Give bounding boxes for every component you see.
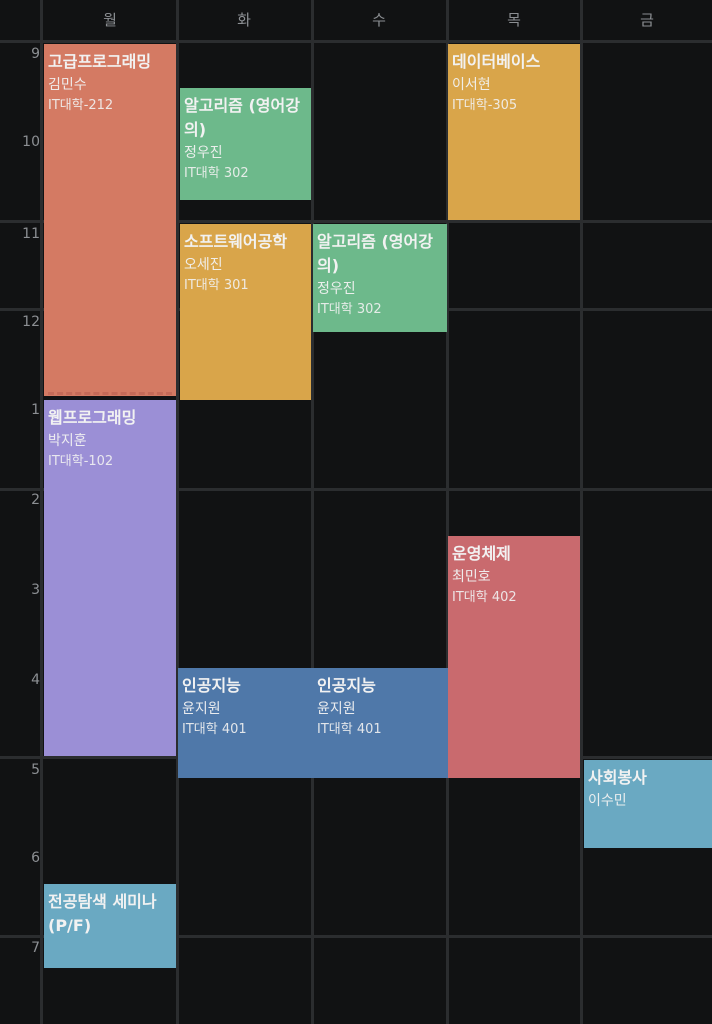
- grid-line: [311, 0, 314, 1024]
- course-room: IT대학 401: [317, 722, 382, 737]
- course-prof: 이서현: [452, 77, 491, 93]
- course-prof: 오세진: [184, 257, 223, 273]
- hour-label: 5: [31, 762, 40, 778]
- grid-line: [580, 0, 583, 1024]
- course-block[interactable]: 웹프로그래밍 박지훈 IT대학-102: [44, 400, 176, 756]
- course-prof: 김민수: [48, 77, 87, 93]
- day-fri: 금: [640, 11, 654, 29]
- course-block[interactable]: 데이터베이스 이서현 IT대학-305: [448, 44, 580, 220]
- course-prof: 이수민: [588, 793, 627, 809]
- hour-label: 4: [31, 672, 40, 688]
- course-title: 인공지능: [182, 676, 241, 695]
- grid-line: [0, 40, 712, 43]
- course-title: 운영체제: [452, 544, 511, 563]
- course-title: 알고리즘 (영어강의): [317, 232, 433, 275]
- hour-label: 12: [22, 314, 40, 330]
- course-prof: 윤지원: [182, 701, 221, 717]
- course-title: 사회봉사: [588, 768, 647, 787]
- course-block[interactable]: 소프트웨어공학 오세진 IT대학 301: [180, 224, 311, 400]
- course-prof: 박지훈: [48, 433, 87, 449]
- grid-line: [176, 0, 179, 1024]
- hour-label: 3: [31, 582, 40, 598]
- hour-label: 2: [31, 492, 40, 508]
- course-prof: 최민호: [452, 569, 491, 585]
- course-title: 고급프로그래밍: [48, 52, 152, 71]
- hour-label: 9: [31, 46, 40, 62]
- course-block[interactable]: 인공지능 윤지원 IT대학 401: [178, 668, 313, 778]
- course-prof: 윤지원: [317, 701, 356, 717]
- course-block[interactable]: 사회봉사 이수민: [584, 760, 712, 848]
- course-block[interactable]: 인공지능 윤지원 IT대학 401: [313, 668, 448, 778]
- course-block[interactable]: 운영체제 최민호 IT대학 402: [448, 536, 580, 778]
- course-block[interactable]: 알고리즘 (영어강의) 정우진 IT대학 302: [180, 88, 311, 200]
- course-title: 소프트웨어공학: [184, 232, 288, 251]
- course-room: IT대학-305: [452, 98, 518, 113]
- course-prof: 정우진: [184, 145, 223, 161]
- course-room: IT대학 302: [317, 302, 382, 317]
- course-title: 알고리즘 (영어강의): [184, 96, 300, 139]
- hour-label: 11: [22, 226, 40, 242]
- course-room: IT대학 401: [182, 722, 247, 737]
- course-room: IT대학 302: [184, 166, 249, 181]
- course-title: 인공지능: [317, 676, 376, 695]
- hour-label: 6: [31, 850, 40, 866]
- course-room: IT대학 402: [452, 590, 517, 605]
- course-title: 데이터베이스: [452, 52, 541, 71]
- day-wed: 수: [372, 11, 386, 29]
- course-room: IT대학 301: [184, 278, 249, 293]
- divider: [48, 392, 172, 395]
- course-block[interactable]: 고급프로그래밍 김민수 IT대학-212: [44, 44, 176, 396]
- hour-label: 10: [22, 134, 40, 150]
- course-block[interactable]: 전공탐색 세미나 (P/F): [44, 884, 176, 968]
- course-room: IT대학-212: [48, 98, 114, 113]
- course-room: IT대학-102: [48, 454, 114, 469]
- course-block[interactable]: 알고리즘 (영어강의) 정우진 IT대학 302: [313, 224, 447, 332]
- course-title: 전공탐색 세미나 (P/F): [48, 892, 157, 935]
- day-tue: 화: [237, 11, 251, 29]
- day-header: 월 화 수 목 금: [0, 0, 712, 40]
- course-prof: 정우진: [317, 281, 356, 297]
- day-thu: 목: [507, 11, 521, 29]
- grid-line: [40, 0, 43, 1024]
- hour-label: 1: [31, 402, 40, 418]
- day-mon: 월: [103, 11, 117, 29]
- hour-label: 7: [31, 940, 40, 956]
- course-title: 웹프로그래밍: [48, 408, 137, 427]
